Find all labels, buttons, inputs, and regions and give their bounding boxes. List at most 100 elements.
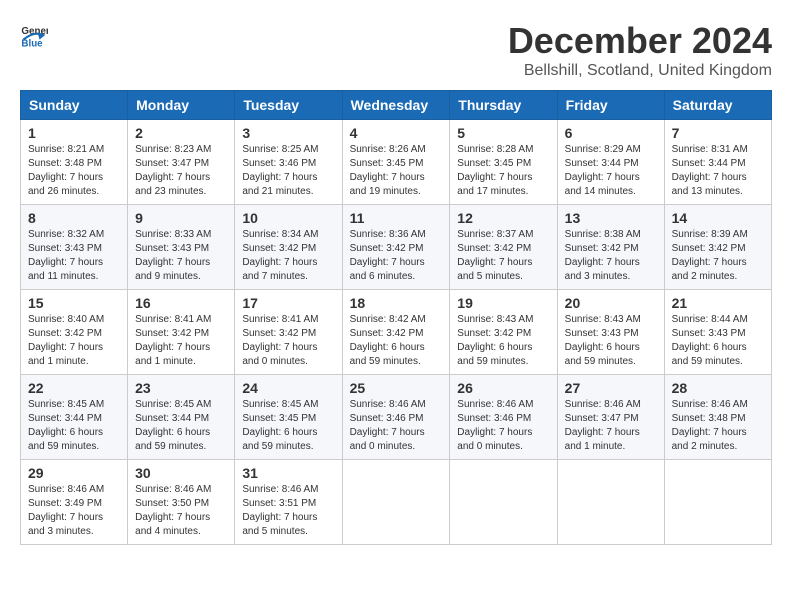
day-number: 4 <box>350 125 443 141</box>
title-area: December 2024 Bellshill, Scotland, Unite… <box>508 20 772 80</box>
calendar-cell: 31 Sunrise: 8:46 AM Sunset: 3:51 PM Dayl… <box>235 460 342 545</box>
day-info: Sunrise: 8:33 AM Sunset: 3:43 PM Dayligh… <box>135 228 227 284</box>
day-number: 25 <box>350 380 443 396</box>
day-number: 23 <box>135 380 227 396</box>
day-info: Sunrise: 8:26 AM Sunset: 3:45 PM Dayligh… <box>350 143 443 199</box>
calendar-cell: 27 Sunrise: 8:46 AM Sunset: 3:47 PM Dayl… <box>557 375 664 460</box>
day-info: Sunrise: 8:34 AM Sunset: 3:42 PM Dayligh… <box>242 228 334 284</box>
header-thursday: Thursday <box>450 91 557 120</box>
day-info: Sunrise: 8:45 AM Sunset: 3:44 PM Dayligh… <box>135 398 227 454</box>
day-number: 22 <box>28 380 120 396</box>
header-friday: Friday <box>557 91 664 120</box>
day-number: 30 <box>135 465 227 481</box>
day-info: Sunrise: 8:46 AM Sunset: 3:46 PM Dayligh… <box>350 398 443 454</box>
week-row-4: 29 Sunrise: 8:46 AM Sunset: 3:49 PM Dayl… <box>21 460 772 545</box>
day-number: 3 <box>242 125 334 141</box>
calendar-cell: 19 Sunrise: 8:43 AM Sunset: 3:42 PM Dayl… <box>450 290 557 375</box>
logo-icon: General Blue <box>20 20 48 48</box>
week-row-2: 15 Sunrise: 8:40 AM Sunset: 3:42 PM Dayl… <box>21 290 772 375</box>
day-info: Sunrise: 8:21 AM Sunset: 3:48 PM Dayligh… <box>28 143 120 199</box>
logo: General Blue <box>20 20 48 48</box>
day-info: Sunrise: 8:41 AM Sunset: 3:42 PM Dayligh… <box>242 313 334 369</box>
calendar-cell: 1 Sunrise: 8:21 AM Sunset: 3:48 PM Dayli… <box>21 120 128 205</box>
day-info: Sunrise: 8:42 AM Sunset: 3:42 PM Dayligh… <box>350 313 443 369</box>
calendar-cell: 3 Sunrise: 8:25 AM Sunset: 3:46 PM Dayli… <box>235 120 342 205</box>
day-info: Sunrise: 8:44 AM Sunset: 3:43 PM Dayligh… <box>672 313 764 369</box>
header-wednesday: Wednesday <box>342 91 450 120</box>
day-info: Sunrise: 8:46 AM Sunset: 3:49 PM Dayligh… <box>28 483 120 539</box>
day-info: Sunrise: 8:36 AM Sunset: 3:42 PM Dayligh… <box>350 228 443 284</box>
day-number: 6 <box>565 125 657 141</box>
day-info: Sunrise: 8:45 AM Sunset: 3:44 PM Dayligh… <box>28 398 120 454</box>
calendar-cell: 5 Sunrise: 8:28 AM Sunset: 3:45 PM Dayli… <box>450 120 557 205</box>
calendar-cell: 22 Sunrise: 8:45 AM Sunset: 3:44 PM Dayl… <box>21 375 128 460</box>
day-number: 26 <box>457 380 549 396</box>
calendar-cell: 25 Sunrise: 8:46 AM Sunset: 3:46 PM Dayl… <box>342 375 450 460</box>
day-info: Sunrise: 8:32 AM Sunset: 3:43 PM Dayligh… <box>28 228 120 284</box>
calendar-cell <box>450 460 557 545</box>
day-number: 10 <box>242 210 334 226</box>
day-number: 11 <box>350 210 443 226</box>
calendar-cell: 24 Sunrise: 8:45 AM Sunset: 3:45 PM Dayl… <box>235 375 342 460</box>
day-info: Sunrise: 8:40 AM Sunset: 3:42 PM Dayligh… <box>28 313 120 369</box>
calendar-cell: 15 Sunrise: 8:40 AM Sunset: 3:42 PM Dayl… <box>21 290 128 375</box>
calendar-cell: 30 Sunrise: 8:46 AM Sunset: 3:50 PM Dayl… <box>128 460 235 545</box>
day-info: Sunrise: 8:28 AM Sunset: 3:45 PM Dayligh… <box>457 143 549 199</box>
day-number: 12 <box>457 210 549 226</box>
header: General Blue December 2024 Bellshill, Sc… <box>20 20 772 80</box>
week-row-3: 22 Sunrise: 8:45 AM Sunset: 3:44 PM Dayl… <box>21 375 772 460</box>
day-number: 24 <box>242 380 334 396</box>
days-header-row: Sunday Monday Tuesday Wednesday Thursday… <box>21 91 772 120</box>
week-row-0: 1 Sunrise: 8:21 AM Sunset: 3:48 PM Dayli… <box>21 120 772 205</box>
day-info: Sunrise: 8:39 AM Sunset: 3:42 PM Dayligh… <box>672 228 764 284</box>
calendar-cell: 29 Sunrise: 8:46 AM Sunset: 3:49 PM Dayl… <box>21 460 128 545</box>
calendar-cell: 17 Sunrise: 8:41 AM Sunset: 3:42 PM Dayl… <box>235 290 342 375</box>
day-info: Sunrise: 8:46 AM Sunset: 3:50 PM Dayligh… <box>135 483 227 539</box>
day-info: Sunrise: 8:25 AM Sunset: 3:46 PM Dayligh… <box>242 143 334 199</box>
calendar-cell: 23 Sunrise: 8:45 AM Sunset: 3:44 PM Dayl… <box>128 375 235 460</box>
calendar-cell <box>664 460 771 545</box>
day-info: Sunrise: 8:43 AM Sunset: 3:43 PM Dayligh… <box>565 313 657 369</box>
day-number: 27 <box>565 380 657 396</box>
day-number: 2 <box>135 125 227 141</box>
day-info: Sunrise: 8:23 AM Sunset: 3:47 PM Dayligh… <box>135 143 227 199</box>
header-tuesday: Tuesday <box>235 91 342 120</box>
day-number: 18 <box>350 295 443 311</box>
calendar-cell <box>557 460 664 545</box>
svg-text:Blue: Blue <box>21 39 43 48</box>
calendar-cell: 21 Sunrise: 8:44 AM Sunset: 3:43 PM Dayl… <box>664 290 771 375</box>
calendar-cell: 16 Sunrise: 8:41 AM Sunset: 3:42 PM Dayl… <box>128 290 235 375</box>
day-info: Sunrise: 8:38 AM Sunset: 3:42 PM Dayligh… <box>565 228 657 284</box>
day-number: 28 <box>672 380 764 396</box>
day-number: 13 <box>565 210 657 226</box>
day-number: 17 <box>242 295 334 311</box>
calendar-cell: 2 Sunrise: 8:23 AM Sunset: 3:47 PM Dayli… <box>128 120 235 205</box>
day-number: 9 <box>135 210 227 226</box>
day-info: Sunrise: 8:46 AM Sunset: 3:46 PM Dayligh… <box>457 398 549 454</box>
header-saturday: Saturday <box>664 91 771 120</box>
calendar-cell: 14 Sunrise: 8:39 AM Sunset: 3:42 PM Dayl… <box>664 205 771 290</box>
calendar-cell: 26 Sunrise: 8:46 AM Sunset: 3:46 PM Dayl… <box>450 375 557 460</box>
calendar-cell: 7 Sunrise: 8:31 AM Sunset: 3:44 PM Dayli… <box>664 120 771 205</box>
day-number: 31 <box>242 465 334 481</box>
calendar-cell: 6 Sunrise: 8:29 AM Sunset: 3:44 PM Dayli… <box>557 120 664 205</box>
location-title: Bellshill, Scotland, United Kingdom <box>508 62 772 80</box>
day-info: Sunrise: 8:41 AM Sunset: 3:42 PM Dayligh… <box>135 313 227 369</box>
calendar-cell: 10 Sunrise: 8:34 AM Sunset: 3:42 PM Dayl… <box>235 205 342 290</box>
day-info: Sunrise: 8:43 AM Sunset: 3:42 PM Dayligh… <box>457 313 549 369</box>
day-info: Sunrise: 8:45 AM Sunset: 3:45 PM Dayligh… <box>242 398 334 454</box>
week-row-1: 8 Sunrise: 8:32 AM Sunset: 3:43 PM Dayli… <box>21 205 772 290</box>
day-info: Sunrise: 8:37 AM Sunset: 3:42 PM Dayligh… <box>457 228 549 284</box>
day-number: 7 <box>672 125 764 141</box>
day-number: 21 <box>672 295 764 311</box>
header-sunday: Sunday <box>21 91 128 120</box>
day-info: Sunrise: 8:46 AM Sunset: 3:51 PM Dayligh… <box>242 483 334 539</box>
day-number: 29 <box>28 465 120 481</box>
day-number: 20 <box>565 295 657 311</box>
calendar-cell: 11 Sunrise: 8:36 AM Sunset: 3:42 PM Dayl… <box>342 205 450 290</box>
calendar-cell: 18 Sunrise: 8:42 AM Sunset: 3:42 PM Dayl… <box>342 290 450 375</box>
day-number: 5 <box>457 125 549 141</box>
calendar-cell: 9 Sunrise: 8:33 AM Sunset: 3:43 PM Dayli… <box>128 205 235 290</box>
header-monday: Monday <box>128 91 235 120</box>
day-number: 16 <box>135 295 227 311</box>
